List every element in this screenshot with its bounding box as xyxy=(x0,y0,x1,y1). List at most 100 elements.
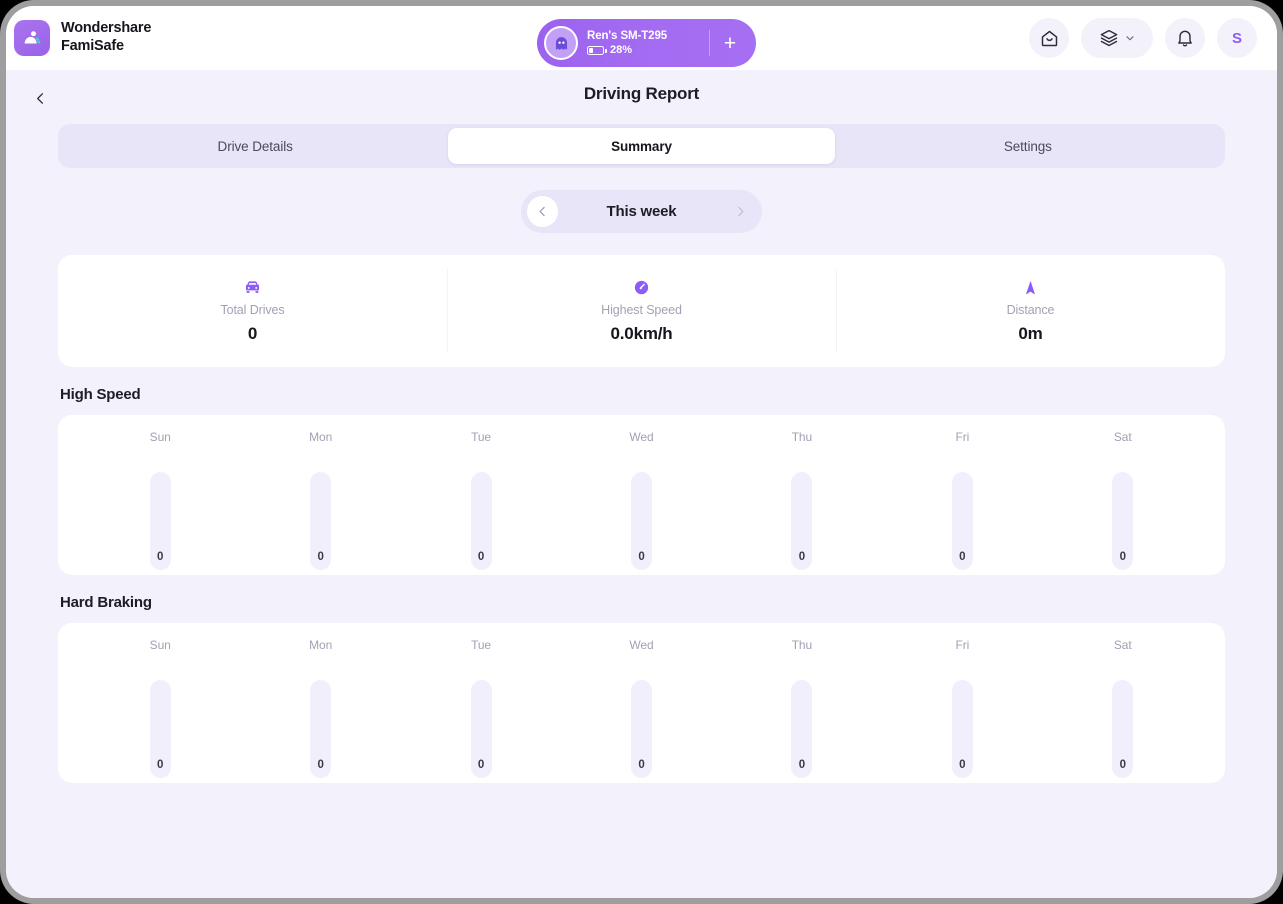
battery-percent: 28% xyxy=(610,44,633,56)
chart-column: Sun 0 xyxy=(80,623,240,783)
chart-day-label: Fri xyxy=(955,430,970,444)
chart-column: Wed 0 xyxy=(561,623,721,783)
chart-bar-value: 0 xyxy=(798,551,806,563)
chart-bar[interactable]: 0 xyxy=(630,680,652,778)
stat-highest-speed: Highest Speed 0.0km/h xyxy=(447,255,836,367)
chart-day-label: Sun xyxy=(149,638,171,652)
chart-bar[interactable]: 0 xyxy=(149,680,171,778)
battery-icon xyxy=(587,45,607,55)
chevron-left-icon xyxy=(36,92,43,104)
brand-logo-group[interactable]: Wondershare FamiSafe xyxy=(14,20,151,56)
chart-bar-value: 0 xyxy=(477,551,485,563)
add-device-button[interactable]: + xyxy=(710,33,750,54)
chart-column: Sat 0 xyxy=(1043,415,1203,575)
chart-bar[interactable]: 0 xyxy=(149,472,171,570)
chart-bar-value: 0 xyxy=(638,551,645,563)
chart-column: Tue 0 xyxy=(401,623,561,783)
chevron-right-icon xyxy=(738,206,744,217)
chart-day-label: Mon xyxy=(309,638,333,652)
chart-bar-value: 0 xyxy=(157,551,164,563)
week-switcher: This week xyxy=(521,190,762,233)
chart-bar-value: 0 xyxy=(959,759,966,771)
chart-bar-value: 0 xyxy=(1119,551,1126,563)
chart-bar[interactable]: 0 xyxy=(470,680,492,778)
chart-bar-value: 0 xyxy=(1119,759,1126,771)
stat-label: Total Drives xyxy=(220,303,285,317)
bell-icon[interactable] xyxy=(1165,18,1205,58)
chart-day-label: Wed xyxy=(629,638,654,652)
section-heading: Hard Braking xyxy=(60,594,152,611)
page-body: Driving Report Drive Details Summary Set… xyxy=(6,70,1277,898)
chart-bar[interactable]: 0 xyxy=(951,472,973,570)
week-label: This week xyxy=(606,203,677,220)
chart-column: Wed 0 xyxy=(561,415,721,575)
week-switcher-wrap: This week xyxy=(6,190,1277,233)
chart-column: Mon 0 xyxy=(240,415,400,575)
tab-drive-details[interactable]: Drive Details xyxy=(62,128,448,164)
famisafe-logo-icon xyxy=(14,20,50,56)
chart-hard-braking: Sun 0 Mon 0 Tue 0 Wed 0 Thu 0 Fri 0 Sat 0 xyxy=(58,623,1225,783)
device-info: Ren's SM-T295 28% xyxy=(587,30,709,56)
stat-value: 0 xyxy=(247,324,258,343)
stat-value: 0.0km/h xyxy=(610,324,673,343)
speedometer-icon xyxy=(633,278,650,296)
home-icon[interactable] xyxy=(1029,18,1069,58)
tab-settings[interactable]: Settings xyxy=(835,128,1221,164)
chart-day-label: Sun xyxy=(149,430,171,444)
chevron-down-icon xyxy=(1125,36,1134,41)
layers-switcher-button[interactable] xyxy=(1081,18,1153,58)
tab-bar: Drive Details Summary Settings xyxy=(58,124,1225,168)
chevron-left-icon xyxy=(539,206,545,217)
previous-week-button[interactable] xyxy=(527,196,558,227)
device-screen: Wondershare FamiSafe Ren's SM-T295 28% +… xyxy=(6,6,1277,898)
stat-distance: Distance 0m xyxy=(836,255,1225,367)
device-name: Ren's SM-T295 xyxy=(587,30,668,42)
app-header: Wondershare FamiSafe Ren's SM-T295 28% +… xyxy=(6,6,1277,70)
chart-day-label: Tue xyxy=(471,638,492,652)
chart-bar[interactable]: 0 xyxy=(310,680,332,778)
header-actions: S xyxy=(1029,18,1257,58)
chart-bar[interactable]: 0 xyxy=(1112,680,1134,778)
chart-day-label: Thu xyxy=(791,638,813,652)
tab-summary[interactable]: Summary xyxy=(448,128,835,164)
stat-total-drives: Total Drives 0 xyxy=(58,255,447,367)
chart-bar[interactable]: 0 xyxy=(470,472,492,570)
stat-label: Distance xyxy=(1006,303,1055,317)
back-button[interactable] xyxy=(26,84,54,112)
chart-bar[interactable]: 0 xyxy=(951,680,973,778)
chart-day-label: Fri xyxy=(955,638,970,652)
chart-bar-value: 0 xyxy=(477,759,485,771)
chart-column: Mon 0 xyxy=(240,623,400,783)
chart-bar[interactable]: 0 xyxy=(630,472,652,570)
next-week-button[interactable] xyxy=(725,196,756,227)
chart-column: Thu 0 xyxy=(722,623,882,783)
chart-bar[interactable]: 0 xyxy=(791,680,813,778)
chart-day-label: Mon xyxy=(309,430,333,444)
chart-day-label: Sat xyxy=(1113,638,1132,652)
chart-column: Fri 0 xyxy=(882,415,1042,575)
stat-label: Highest Speed xyxy=(601,303,682,317)
device-frame: Wondershare FamiSafe Ren's SM-T295 28% +… xyxy=(0,0,1283,904)
car-icon xyxy=(243,278,262,296)
chart-column: Sun 0 xyxy=(80,415,240,575)
chart-column: Fri 0 xyxy=(882,623,1042,783)
stat-value: 0m xyxy=(1018,324,1043,343)
section-high-speed: High Speed Sun 0 Mon 0 Tue 0 Wed 0 Thu 0 Fri 0 Sat 0 xyxy=(58,367,1225,575)
device-battery: 28% xyxy=(587,44,709,56)
device-selector-pill[interactable]: Ren's SM-T295 28% + xyxy=(537,19,756,67)
chart-high-speed: Sun 0 Mon 0 Tue 0 Wed 0 Thu 0 Fri 0 Sat 0 xyxy=(58,415,1225,575)
ghost-avatar-icon xyxy=(544,26,578,60)
summary-stats-card: Total Drives 0 Highest Speed 0.0km/h Dis… xyxy=(58,255,1225,367)
chart-bar-value: 0 xyxy=(157,759,164,771)
page-title: Driving Report xyxy=(583,84,700,103)
chart-bar[interactable]: 0 xyxy=(791,472,813,570)
chart-column: Thu 0 xyxy=(722,415,882,575)
chart-bar[interactable]: 0 xyxy=(310,472,332,570)
chart-bar[interactable]: 0 xyxy=(1112,472,1134,570)
chart-bar-value: 0 xyxy=(959,551,966,563)
user-avatar[interactable]: S xyxy=(1217,18,1257,58)
chart-day-label: Thu xyxy=(791,430,813,444)
chart-column: Tue 0 xyxy=(401,415,561,575)
chart-bar-value: 0 xyxy=(317,551,324,563)
layers-icon xyxy=(1100,29,1117,47)
